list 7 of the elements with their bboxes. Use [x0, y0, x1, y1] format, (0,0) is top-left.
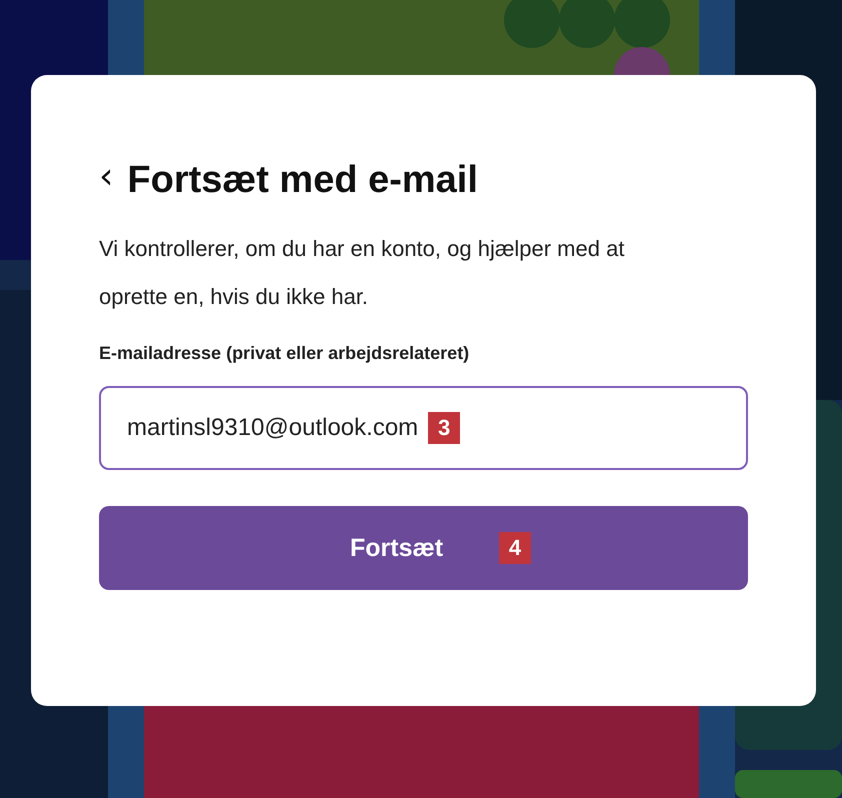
email-label: E-mailadresse (privat eller arbejdsrelateret) [99, 343, 470, 364]
dialog-title: Fortsæt med e-mail [127, 158, 478, 202]
annotation-badge: 3 [428, 412, 460, 444]
back-icon[interactable]: ‹ [99, 159, 114, 195]
email-field[interactable]: martinsl9310@outlook.com 3 [99, 386, 748, 470]
description-text: Vi kontrollerer, om du har en konto, og hjælper med at oprette en, hvis du ikke har. [99, 235, 626, 311]
annotation-badge: 4 [499, 532, 531, 564]
